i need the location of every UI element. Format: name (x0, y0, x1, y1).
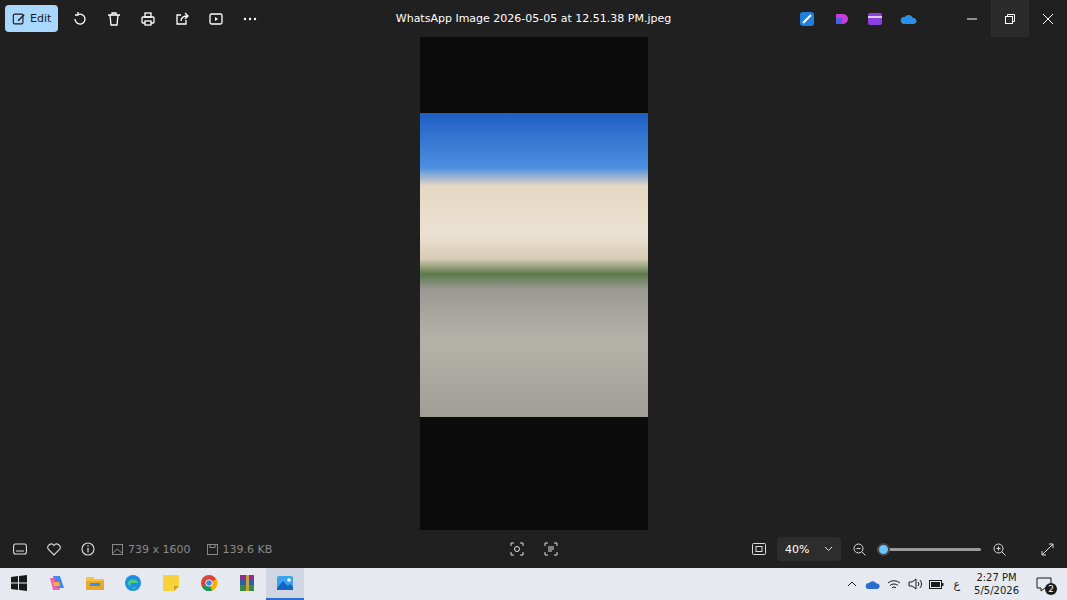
share-icon (174, 11, 190, 27)
zoom-dropdown[interactable]: 40% (777, 537, 841, 561)
scan-text-button[interactable] (535, 535, 567, 563)
taskbar-app[interactable] (152, 568, 190, 600)
clipchamp-button[interactable] (825, 5, 857, 33)
onedrive-tray[interactable] (864, 570, 883, 598)
photos-screen: Edit WhatsApp Image 2026-05-05 at 12.51.3… (0, 0, 1067, 600)
clock-date: 5/5/2026 (974, 584, 1019, 597)
network-tray[interactable] (885, 570, 904, 598)
folder-icon (86, 575, 104, 591)
favorite-button[interactable] (38, 535, 70, 563)
taskbar-app[interactable] (76, 568, 114, 600)
scan-text-icon (544, 542, 558, 556)
expand-icon (1041, 543, 1054, 556)
taskbar: ع2:27 PM5/5/20262 (0, 568, 1067, 600)
info-icon (81, 542, 95, 556)
share-button[interactable] (166, 5, 198, 33)
taskbar-app[interactable] (114, 568, 152, 600)
taskbar-app[interactable] (190, 568, 228, 600)
minimize-icon (967, 14, 977, 24)
chrome-icon (200, 574, 218, 592)
onedrive-cloud-icon (865, 579, 881, 590)
zoom-in-icon (993, 543, 1006, 556)
rotate-icon (72, 11, 88, 27)
slider-track (877, 548, 981, 551)
video-editor-icon (868, 12, 882, 26)
wifi-icon (887, 579, 901, 590)
printer-icon (140, 11, 156, 27)
zoom-in-button[interactable] (983, 535, 1015, 563)
taskbar-app[interactable] (38, 568, 76, 600)
delete-button[interactable] (98, 5, 130, 33)
print-button[interactable] (132, 5, 164, 33)
video-editor-button[interactable] (859, 5, 891, 33)
zoom-slider[interactable] (877, 539, 981, 559)
taskbar-app[interactable] (228, 568, 266, 600)
slideshow-button[interactable] (200, 5, 232, 33)
fit-button[interactable] (743, 535, 775, 563)
clock-time: 2:27 PM (976, 571, 1016, 584)
edge-icon (124, 574, 142, 592)
minimize-button[interactable] (953, 0, 991, 37)
onedrive-icon (900, 13, 918, 25)
disk-icon (207, 544, 218, 555)
notification-badge: 2 (1045, 583, 1057, 595)
chevron-up-icon (847, 581, 857, 587)
more-button[interactable] (234, 5, 266, 33)
file-size: 139.6 KB (207, 543, 273, 556)
filmstrip-button[interactable] (4, 535, 36, 563)
visual-search-button[interactable] (501, 535, 533, 563)
taskbar-app[interactable] (266, 568, 304, 600)
bottom-bar: 739 x 1600 139.6 KB 40% (0, 530, 1067, 568)
volume-tray[interactable] (906, 570, 925, 598)
filmstrip-icon (13, 543, 27, 555)
trash-icon (106, 11, 122, 27)
building-photo[interactable] (420, 113, 648, 417)
restore-icon (1005, 14, 1015, 24)
onedrive-button[interactable] (893, 5, 925, 33)
visual-search-icon (510, 542, 524, 556)
clock[interactable]: 2:27 PM5/5/2026 (968, 571, 1025, 597)
copilot-icon (48, 574, 66, 592)
info-button[interactable] (72, 535, 104, 563)
edit-icon (12, 12, 26, 26)
zoom-out-button[interactable] (843, 535, 875, 563)
photos-app-icon (276, 574, 294, 592)
designer-button[interactable] (791, 5, 823, 33)
chevron-down-icon (824, 546, 833, 552)
speaker-icon (908, 578, 922, 590)
show-hidden-icons-button[interactable] (843, 570, 862, 598)
image-size-icon (112, 544, 123, 555)
slideshow-icon (208, 11, 224, 27)
image-canvas (420, 37, 648, 530)
close-icon (1043, 14, 1053, 24)
battery-icon (929, 580, 944, 589)
window-title: WhatsApp Image 2026-05-05 at 12.51.38 PM… (388, 12, 679, 25)
restore-button[interactable] (991, 0, 1029, 37)
start-button[interactable] (0, 568, 38, 600)
image-dimensions: 739 x 1600 (112, 543, 191, 556)
clipchamp-icon (834, 12, 848, 26)
designer-icon (800, 12, 814, 26)
battery-tray[interactable] (927, 570, 946, 598)
edit-button[interactable]: Edit (5, 5, 58, 32)
top-toolbar: Edit WhatsApp Image 2026-05-05 at 12.51.3… (0, 0, 1067, 37)
winrar-icon (238, 574, 256, 592)
zoom-out-icon (853, 543, 866, 556)
close-button[interactable] (1029, 0, 1067, 37)
fit-to-window-icon (752, 543, 766, 555)
notification-button[interactable]: 2 (1027, 569, 1061, 599)
windows-logo-icon (11, 575, 27, 591)
fullscreen-button[interactable] (1031, 535, 1063, 563)
heart-icon (47, 543, 61, 556)
input-language[interactable]: ع (948, 578, 967, 591)
slider-thumb[interactable] (877, 543, 890, 556)
more-icon (242, 11, 258, 27)
rotate-button[interactable] (64, 5, 96, 33)
image-viewer (0, 37, 1067, 530)
sticky-notes-icon (163, 575, 179, 591)
